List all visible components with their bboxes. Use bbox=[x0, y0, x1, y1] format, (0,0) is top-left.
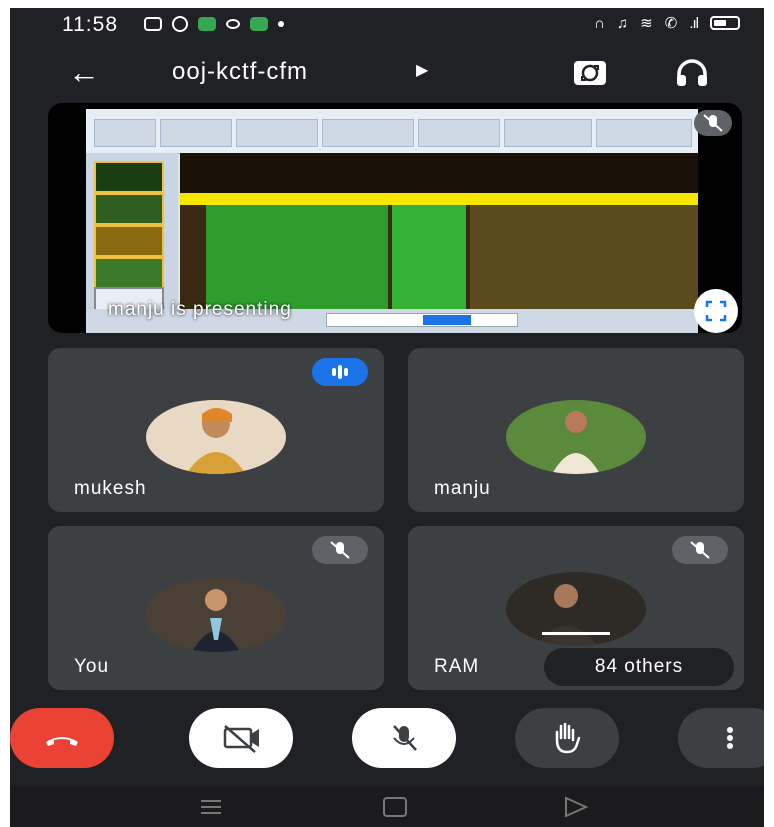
meeting-code[interactable]: ooj-kctf-cfm bbox=[172, 58, 308, 86]
avatar bbox=[146, 578, 286, 652]
meet-app-icon bbox=[198, 17, 216, 31]
back-nav-icon[interactable] bbox=[565, 796, 589, 818]
presentation-tile[interactable]: manju is presenting bbox=[48, 103, 742, 333]
status-bar: 11:58 ∩ ♫ ≋ ✆ .ıl bbox=[10, 8, 764, 42]
shared-ribbon bbox=[86, 109, 698, 154]
fullscreen-button[interactable] bbox=[694, 289, 738, 333]
muted-icon bbox=[672, 536, 728, 564]
more-notifications-icon bbox=[278, 21, 284, 27]
system-icons: ∩ ♫ ≋ ✆ .ıl bbox=[594, 14, 740, 32]
raise-hand-button[interactable] bbox=[515, 708, 619, 768]
meeting-header: ← ooj-kctf-cfm ▶ bbox=[10, 48, 764, 98]
battery-icon bbox=[710, 16, 740, 30]
whatsapp-icon bbox=[172, 16, 188, 32]
meet-screen: 11:58 ∩ ♫ ≋ ✆ .ıl ← ooj-kctf-cfm ▶ manju… bbox=[10, 8, 764, 827]
shared-slide bbox=[180, 153, 698, 309]
presenting-caption: manju is presenting bbox=[108, 299, 292, 320]
sharing-notice bbox=[326, 313, 518, 327]
headset-status-icon: ∩ bbox=[594, 14, 605, 32]
microphone-toggle-button[interactable] bbox=[352, 708, 456, 768]
muted-icon bbox=[312, 536, 368, 564]
camera-toggle-button[interactable] bbox=[189, 708, 293, 768]
caret-right-icon[interactable]: ▶ bbox=[416, 60, 428, 80]
end-call-button[interactable] bbox=[10, 708, 114, 768]
back-arrow-icon[interactable]: ← bbox=[68, 52, 100, 92]
participant-tile-manju[interactable]: manju bbox=[408, 348, 744, 512]
audio-output-icon[interactable] bbox=[674, 58, 710, 88]
participant-name: You bbox=[74, 656, 110, 677]
microphone-off-icon bbox=[393, 725, 417, 751]
more-options-button[interactable] bbox=[678, 708, 764, 768]
participant-name: RAM bbox=[434, 656, 480, 677]
participant-name: manju bbox=[434, 478, 491, 499]
mute-status-icon: ♫ bbox=[616, 14, 629, 32]
call-notification-icon bbox=[144, 17, 162, 31]
participant-name: mukesh bbox=[74, 478, 147, 499]
participant-tile-mukesh[interactable]: mukesh bbox=[48, 348, 384, 512]
switch-camera-icon[interactable] bbox=[570, 58, 610, 88]
slide-thumbnails bbox=[86, 153, 178, 319]
camera-off-icon bbox=[223, 725, 259, 753]
fullscreen-icon bbox=[705, 300, 727, 322]
others-count-button[interactable]: 84 others bbox=[544, 648, 734, 686]
raise-hand-icon bbox=[555, 722, 581, 754]
presenter-muted-icon bbox=[694, 110, 732, 136]
notification-app-icon bbox=[226, 19, 240, 29]
call-status-icon: ✆ bbox=[664, 15, 678, 32]
more-vert-icon bbox=[727, 727, 733, 749]
recents-nav-icon[interactable] bbox=[201, 800, 221, 814]
speaking-indicator-icon bbox=[312, 358, 368, 386]
participant-tile-you[interactable]: You bbox=[48, 526, 384, 690]
wifi-icon: ≋ bbox=[640, 15, 653, 32]
phone-hangup-icon bbox=[46, 737, 78, 746]
classroom-app-icon bbox=[250, 17, 268, 31]
home-nav-icon[interactable] bbox=[383, 797, 407, 817]
system-nav-bar bbox=[10, 786, 764, 827]
avatar bbox=[146, 400, 286, 474]
avatar bbox=[506, 400, 646, 474]
signal-icon: .ıl bbox=[689, 14, 699, 32]
participant-tile-ram[interactable]: RAM 84 others bbox=[408, 526, 744, 690]
notification-icons bbox=[144, 16, 284, 32]
avatar bbox=[506, 572, 646, 646]
status-time: 11:58 bbox=[62, 13, 118, 36]
